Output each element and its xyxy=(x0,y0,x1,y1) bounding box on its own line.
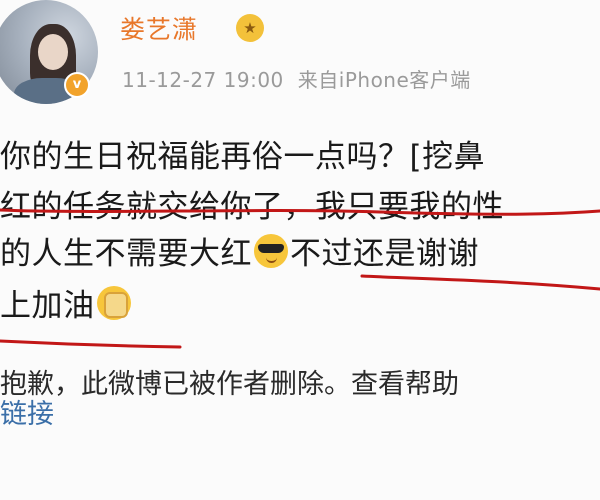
post-text-line-1: 你的生日祝福能再俗一点吗？[挖鼻 xyxy=(0,139,486,175)
verified-badge-icon: v xyxy=(64,72,90,98)
fist-emoji-icon xyxy=(96,286,131,320)
deleted-notice: 抱歉，此微博已被作者删除。查看帮助 xyxy=(0,369,459,400)
post-source[interactable]: 来自iPhone客户端 xyxy=(298,68,471,92)
underline-stroke xyxy=(360,274,600,291)
medal-icon: ★ xyxy=(236,14,264,42)
help-link[interactable]: 链接 xyxy=(0,392,54,431)
post-text-line-4: 上加油 xyxy=(0,280,133,325)
post-text-segment: 的人生不需要大红 xyxy=(0,236,252,272)
underline-stroke xyxy=(0,339,182,349)
post-text-segment: 上加油 xyxy=(0,288,95,324)
post-text-segment: 不过还是谢谢 xyxy=(290,236,479,272)
sunglasses-emoji-icon xyxy=(254,234,288,268)
post-text-line-2: 红的任务就交给你了，我只要我的性 xyxy=(0,189,504,225)
timestamp: 11-12-27 19:00 xyxy=(122,68,284,92)
post-meta: 11-12-27 19:00 来自iPhone客户端 xyxy=(122,64,471,93)
username[interactable]: 娄艺潇 xyxy=(120,10,198,46)
post-text-line-3: 的人生不需要大红 不过还是谢谢 xyxy=(0,228,479,273)
